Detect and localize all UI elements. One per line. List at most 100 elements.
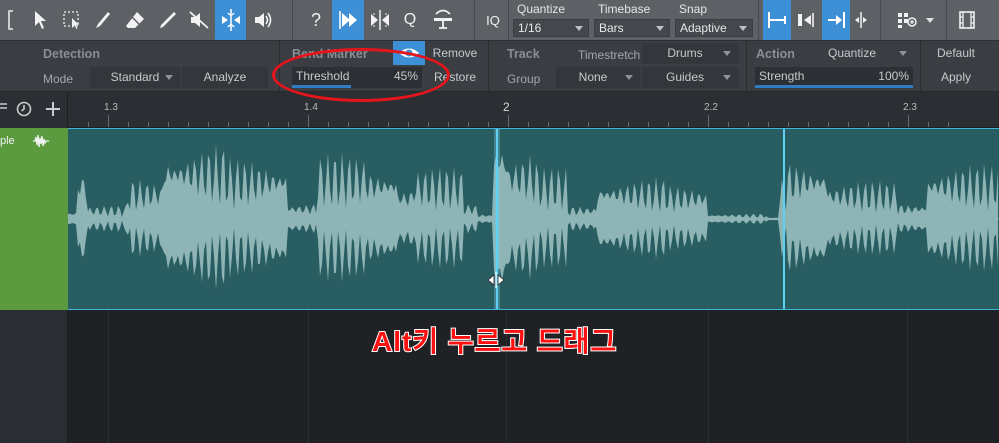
ruler-tick [428,122,429,127]
ruler-tick [868,122,869,127]
ruler-tick [128,122,129,127]
audio-bend-inspector: Detection Mode Standard Analyze Bend Mar… [0,41,999,92]
ruler-tick [628,122,629,127]
group-label: Group [507,72,541,86]
snap-to-cursor-icon[interactable] [822,0,850,40]
ruler-tick [348,122,349,127]
apply-button[interactable]: Apply [926,67,986,88]
ruler-tick [288,122,289,127]
ruler-tick [308,115,309,127]
ruler-tick [648,122,649,127]
bend-marker[interactable] [783,129,785,309]
ruler-tick [608,122,609,127]
timeline-ruler[interactable]: 1.3 1.4 2 2.2 2.3 [0,92,999,128]
ruler-tick [688,122,689,127]
track-title: Track [507,47,540,61]
ruler-tick [568,122,569,127]
ruler-tick [88,122,89,127]
snap-to-grid-icon[interactable] [763,0,791,40]
chevron-down-icon [656,26,664,31]
bend-cursor-icon [487,272,505,288]
mute-tool-icon[interactable] [184,0,214,40]
ruler-tick [948,122,949,127]
bend-tool-icon[interactable] [215,0,246,40]
paint-tool-icon[interactable] [152,0,182,40]
strength-meter[interactable]: Strength 100% [755,67,913,88]
ruler-tick [228,122,229,127]
track-name: ple [0,135,15,147]
waveform-icon [33,134,49,148]
ruler-tick [768,122,769,127]
iq-button[interactable]: IQ [482,0,504,40]
ruler-tick [388,122,389,127]
clock-icon[interactable] [16,101,32,117]
ruler-mark: 2.3 [903,102,917,113]
ruler-tick [448,122,449,127]
q-button[interactable]: Q [398,0,422,40]
highlight-ellipse [272,48,450,102]
chevron-down-icon [723,75,731,80]
default-button[interactable]: Default [926,43,986,64]
quantize-title: Quantize [517,2,566,16]
ruler-tick [748,122,749,127]
annotation-text: Alt키 누르고 드래그 [371,325,618,358]
snap-to-events-icon[interactable] [793,0,819,40]
ruler-tick [788,122,789,127]
guides-select[interactable]: Guides [642,67,738,88]
chevron-down-icon [723,51,731,56]
split-tool-icon[interactable] [88,0,116,40]
ruler-tick [888,122,889,127]
video-icon[interactable] [954,0,980,40]
track-header[interactable]: ple [0,128,68,310]
track-header-controls [0,92,68,128]
quantize-tool-icon[interactable] [366,0,394,40]
arrow-tool-icon[interactable] [26,0,54,40]
ruler-tick [148,122,149,127]
chevron-down-icon[interactable] [922,0,938,40]
snap-tool-icon[interactable] [428,0,458,40]
range-tool-icon[interactable] [58,0,86,40]
ruler-tick [908,115,909,127]
ruler-mark: 2 [503,100,510,114]
ruler-mark: 1.4 [304,102,318,113]
help-button[interactable]: ? [303,0,329,40]
snap-title: Snap [679,2,708,16]
ruler-tick [468,122,469,127]
ruler-tick [728,122,729,127]
timestretch-label: Timestretch [578,48,641,62]
detection-title: Detection [43,47,100,61]
analyze-button[interactable]: Analyze [182,67,268,88]
audio-waveform [68,144,999,290]
ruler-tick [368,122,369,127]
grid-view-icon[interactable] [892,0,922,40]
ruler-tick [668,122,669,127]
chevron-down-icon [575,26,583,31]
audio-event[interactable] [68,128,999,310]
ruler-mark: 2.2 [704,102,718,113]
ruler-tick [528,122,529,127]
quantize-select[interactable]: 1/16 [513,19,589,37]
chevron-down-icon [625,75,633,80]
bracket-icon[interactable] [0,0,22,40]
timebase-select[interactable]: Bars [594,19,670,37]
group-select[interactable]: None [556,67,640,88]
ruler-tick [588,122,589,127]
ruler-tick [828,122,829,127]
chevron-down-icon [739,26,747,31]
timestretch-select[interactable]: Drums [642,43,738,64]
timebase-title: Timebase [598,2,651,16]
snap-select[interactable]: Adaptive [675,19,753,37]
ruler-tick [808,122,809,127]
ruler-tick [248,122,249,127]
mode-select[interactable]: Standard [90,67,180,88]
action-title: Action [756,47,795,61]
ruler-tick [188,122,189,127]
quantize-audio-icon[interactable] [332,0,364,40]
add-track-icon[interactable] [45,101,61,117]
action-quantize-select[interactable]: Quantize [800,43,914,64]
eraser-tool-icon[interactable] [120,0,150,40]
ruler-tick [328,122,329,127]
ruler-tick [208,122,209,127]
split-marker-icon[interactable] [852,0,870,40]
listen-tool-icon[interactable] [248,0,278,40]
